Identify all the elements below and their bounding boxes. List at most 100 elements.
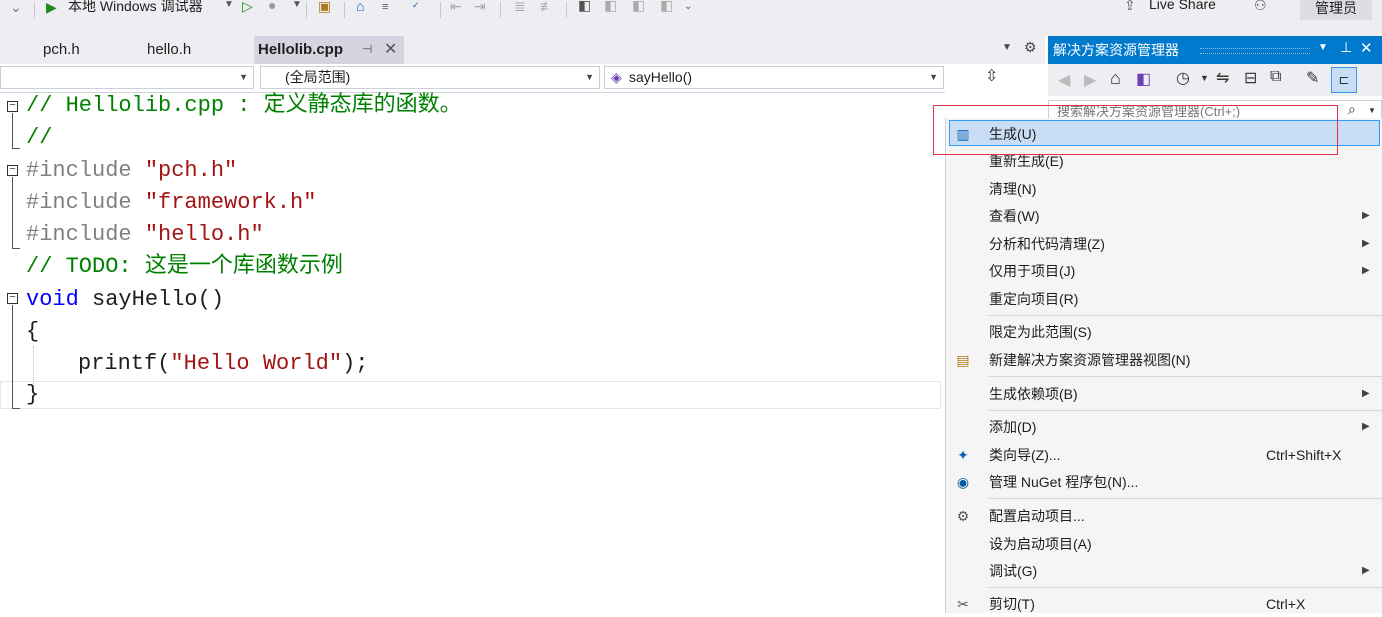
solution-explorer-icon[interactable]: ⌂ bbox=[356, 0, 364, 13]
menu-item-clean[interactable]: 清理(N) bbox=[946, 176, 1382, 202]
menu-item-debug[interactable]: 调试(G) ▶ bbox=[946, 558, 1382, 584]
debugger-dropdown-icon[interactable]: ▼ bbox=[224, 0, 234, 12]
uncomment-icon[interactable]: ≢ bbox=[540, 0, 554, 13]
spell-check-icon[interactable]: ✓ bbox=[412, 0, 420, 12]
show-all-files-icon[interactable]: ⧉ bbox=[1270, 68, 1281, 86]
menu-item-label: 调试(G) bbox=[989, 563, 1038, 579]
account-icon[interactable]: ⚇ bbox=[1254, 0, 1267, 12]
menu-item-retarget[interactable]: 重定向项目(R) bbox=[946, 286, 1382, 312]
string-literal: "Hello World" bbox=[170, 351, 343, 376]
fold-guide-end bbox=[12, 408, 20, 409]
include-path: "framework.h" bbox=[144, 190, 317, 215]
submenu-arrow-icon: ▶ bbox=[1362, 238, 1370, 249]
next-bookmark-icon[interactable]: ◧ bbox=[632, 0, 645, 12]
comment-icon[interactable]: ≣ bbox=[514, 0, 526, 13]
forward-icon[interactable]: ▶ bbox=[1084, 70, 1096, 90]
search-icon[interactable]: ⌕ bbox=[1348, 101, 1356, 118]
collapse-includes-icon[interactable]: − bbox=[7, 165, 18, 176]
start-without-debugging-icon[interactable]: ▷ bbox=[242, 0, 253, 13]
dropdown-caret-icon[interactable]: ⌄ bbox=[10, 0, 22, 14]
back-icon[interactable]: ◀ bbox=[1058, 70, 1070, 90]
tab-list-dropdown-icon[interactable]: ▼ bbox=[1002, 42, 1012, 53]
toolbar-separator bbox=[566, 2, 567, 18]
nuget-icon: ◉ bbox=[956, 474, 970, 490]
include-path: "pch.h" bbox=[144, 158, 238, 183]
debugger-target-label[interactable]: 本地 Windows 调试器 bbox=[68, 0, 203, 16]
split-editor-icon[interactable]: ⇳ bbox=[985, 66, 998, 86]
toolbar-separator bbox=[344, 2, 345, 18]
menu-item-scope-to-this[interactable]: 限定为此范围(S) bbox=[946, 319, 1382, 345]
live-share-icon[interactable]: ⇪ bbox=[1124, 0, 1136, 12]
member-combo[interactable]: ◈ sayHello() ▼ bbox=[604, 66, 944, 89]
menu-item-label: 分析和代码清理(Z) bbox=[989, 236, 1105, 252]
find-in-files-icon[interactable]: ▣ bbox=[318, 0, 331, 13]
indent-icon[interactable]: ⇤ bbox=[450, 0, 462, 13]
function-call: printf( bbox=[78, 351, 171, 376]
filter-dropdown-icon[interactable]: ▼ bbox=[1200, 73, 1209, 83]
menu-item-analyze[interactable]: 分析和代码清理(Z) ▶ bbox=[946, 231, 1382, 257]
menu-item-cut[interactable]: ✂ 剪切(T) Ctrl+X bbox=[946, 591, 1382, 617]
format-icon[interactable]: ≡ bbox=[382, 0, 388, 14]
menu-item-project-only[interactable]: 仅用于项目(J) ▶ bbox=[946, 258, 1382, 284]
menu-item-view[interactable]: 查看(W) ▶ bbox=[946, 203, 1382, 229]
sync-with-document-icon[interactable]: ⇋ bbox=[1216, 68, 1229, 88]
outdent-icon[interactable]: ⇥ bbox=[474, 0, 486, 13]
menu-item-manage-nuget[interactable]: ◉ 管理 NuGet 程序包(N)... bbox=[946, 469, 1382, 495]
switch-views-icon[interactable]: ◧ bbox=[1136, 69, 1151, 89]
collapse-region-icon[interactable]: − bbox=[7, 101, 18, 112]
submenu-arrow-icon: ▶ bbox=[1362, 210, 1370, 221]
clear-bookmarks-icon[interactable]: ◧ bbox=[660, 0, 673, 12]
toolbar-overflow-icon[interactable]: ⌄ bbox=[684, 0, 692, 14]
live-share-button[interactable]: Live Share bbox=[1149, 0, 1216, 12]
tab-hello-h[interactable]: hello.h bbox=[147, 36, 191, 64]
pin-panel-icon[interactable]: ⊥ bbox=[1340, 39, 1352, 56]
menu-item-set-startup[interactable]: 设为启动项目(A) bbox=[946, 531, 1382, 557]
previous-bookmark-icon[interactable]: ◧ bbox=[604, 0, 617, 12]
menu-item-configure-startup[interactable]: ⚙ 配置启动项目... bbox=[946, 503, 1382, 529]
menu-item-build-dependencies[interactable]: 生成依赖项(B) ▶ bbox=[946, 381, 1382, 407]
include-directive: #include bbox=[26, 158, 132, 183]
code-line-2: // bbox=[26, 122, 52, 154]
code-line-9: printf("Hello World"); bbox=[78, 348, 368, 380]
panel-menu-dropdown-icon[interactable]: ▼ bbox=[1318, 42, 1328, 53]
close-tab-icon[interactable]: ✕ bbox=[384, 39, 397, 59]
collapse-function-icon[interactable]: − bbox=[7, 293, 18, 304]
menu-item-label: 新建解决方案资源管理器视图(N) bbox=[989, 352, 1191, 368]
hot-reload-icon[interactable]: ● bbox=[268, 0, 276, 12]
pending-changes-filter-icon[interactable]: ◷ bbox=[1176, 68, 1190, 88]
bookmark-icon[interactable]: ◧ bbox=[578, 0, 591, 12]
close-panel-icon[interactable]: ✕ bbox=[1360, 39, 1373, 57]
menu-item-label: 清理(N) bbox=[989, 181, 1037, 197]
menu-item-new-view[interactable]: ▤ 新建解决方案资源管理器视图(N) bbox=[946, 347, 1382, 373]
preview-selected-items-icon[interactable]: ⊏ bbox=[1331, 67, 1357, 93]
start-debugging-icon[interactable]: ▶ bbox=[46, 0, 57, 14]
tab-settings-gear-icon[interactable]: ⚙ bbox=[1024, 39, 1037, 56]
chevron-down-icon: ▼ bbox=[239, 72, 248, 82]
open-brace: { bbox=[26, 319, 40, 344]
collapse-all-icon[interactable]: ⊟ bbox=[1244, 68, 1257, 88]
menu-item-class-wizard[interactable]: ✦ 类向导(Z)... Ctrl+Shift+X bbox=[946, 442, 1382, 468]
properties-wrench-icon[interactable]: ✎ bbox=[1306, 68, 1319, 88]
project-combo[interactable]: ▼ bbox=[0, 66, 254, 89]
admin-badge: 管理员 bbox=[1300, 0, 1372, 20]
menu-item-add[interactable]: 添加(D) ▶ bbox=[946, 414, 1382, 440]
tab-pch-h[interactable]: pch.h bbox=[43, 36, 80, 64]
menu-separator bbox=[988, 410, 1382, 411]
menu-item-label: 仅用于项目(J) bbox=[989, 263, 1076, 279]
search-options-dropdown-icon[interactable]: ▼ bbox=[1368, 106, 1376, 115]
menu-item-label: 配置启动项目... bbox=[989, 508, 1085, 524]
menu-separator bbox=[988, 315, 1382, 316]
toolbar-strip bbox=[0, 20, 1382, 36]
fold-guide bbox=[12, 305, 13, 409]
home-icon[interactable]: ⌂ bbox=[1110, 68, 1121, 89]
gear-icon: ⚙ bbox=[956, 508, 970, 524]
menu-item-label: 剪切(T) bbox=[989, 596, 1035, 612]
panel-grip[interactable] bbox=[1200, 48, 1310, 54]
menu-item-shortcut: Ctrl+X bbox=[1266, 596, 1306, 612]
pin-tab-icon[interactable]: ⊣ bbox=[362, 42, 372, 56]
menu-separator bbox=[988, 498, 1382, 499]
scope-combo[interactable]: (全局范围) ▼ bbox=[260, 66, 600, 89]
hot-reload-dropdown-icon[interactable]: ▼ bbox=[292, 0, 302, 12]
scope-combo-value: (全局范围) bbox=[285, 69, 351, 85]
code-line-1: // Hellolib.cpp : 定义静态库的函数。 bbox=[26, 90, 462, 122]
